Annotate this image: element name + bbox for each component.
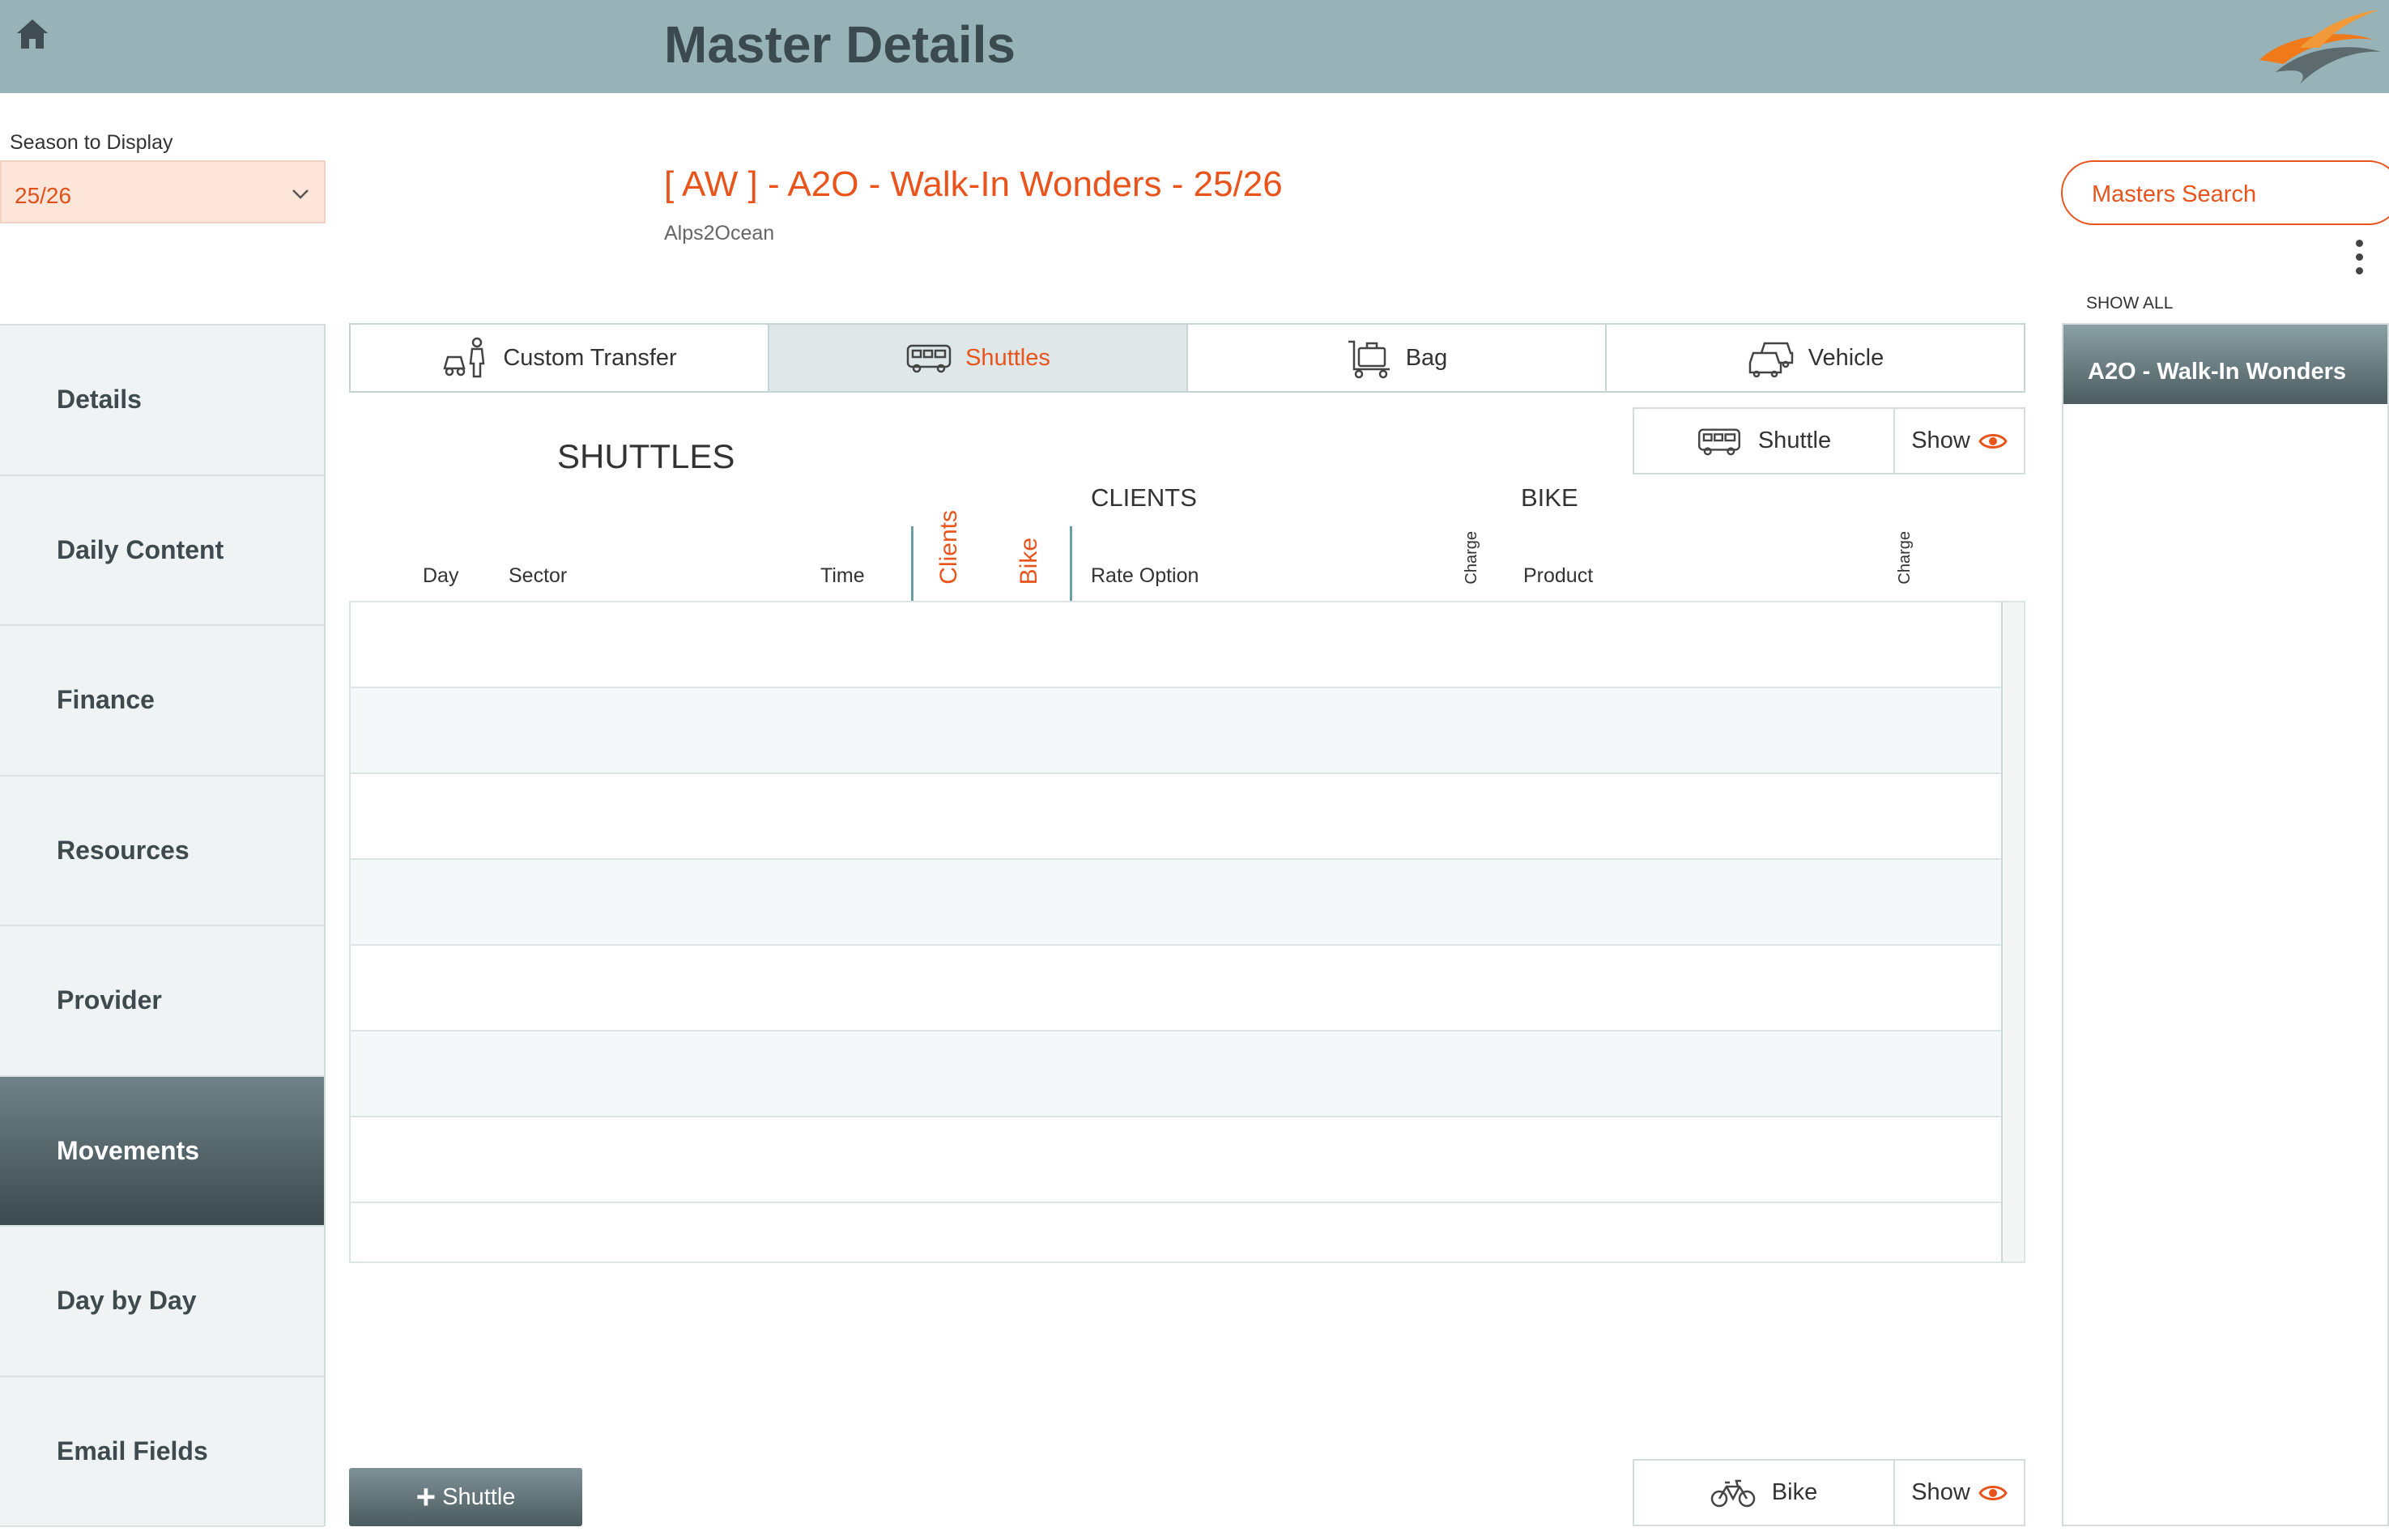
col-charge-clients: Charge: [1463, 531, 1480, 585]
table-row: [351, 688, 2001, 774]
tab-label: Vehicle: [1808, 344, 1884, 371]
bus-icon: [906, 344, 952, 373]
shuttle-filter: Shuttle Show: [1633, 407, 2025, 474]
add-shuttle-label: Shuttle: [442, 1483, 516, 1510]
group-header-bike: BIKE: [1521, 483, 1578, 512]
bicycle-icon: [1710, 1479, 1756, 1507]
eye-icon: [1978, 1485, 2008, 1500]
masters-list: A2O - Walk-In Wonders: [2062, 323, 2389, 1526]
group-header-clients: CLIENTS: [1091, 483, 1197, 512]
tab-custom-transfer[interactable]: Custom Transfer: [351, 325, 769, 391]
table-row: [351, 1032, 2001, 1117]
col-bike: Bike: [1016, 538, 1042, 585]
col-product: Product: [1523, 564, 1594, 587]
sidebar-item-finance[interactable]: Finance: [0, 626, 324, 776]
master-title: [ AW ] - A2O - Walk-In Wonders - 25/26: [664, 164, 1283, 204]
eye-icon: [1978, 433, 2008, 449]
bus-icon: [1697, 428, 1740, 455]
masters-search-button[interactable]: Masters Search: [2061, 160, 2389, 225]
tab-label: Custom Transfer: [503, 344, 677, 371]
season-value: 25/26: [15, 183, 72, 208]
bike-filter: Bike Show: [1633, 1459, 2025, 1526]
shuttle-filter-text: Shuttle: [1757, 428, 1832, 453]
col-time: Time: [820, 564, 865, 587]
show-label: Show: [1911, 1479, 1970, 1505]
more-options-icon[interactable]: [2351, 240, 2367, 279]
add-shuttle-button[interactable]: + Shuttle: [349, 1468, 582, 1526]
column-divider: [1070, 526, 1072, 602]
season-label: Season to Display: [10, 131, 173, 154]
tab-shuttles[interactable]: Shuttles: [769, 325, 1188, 391]
sidebar-item-details[interactable]: Details: [0, 325, 324, 476]
chevron-down-icon: [292, 189, 309, 199]
col-day: Day: [423, 564, 459, 587]
header-bar: Master Details: [0, 0, 2389, 93]
person-car-icon: [443, 337, 485, 378]
tab-label: Shuttles: [965, 344, 1050, 371]
table-row: [351, 774, 2001, 860]
sidebar-item-resources[interactable]: Resources: [0, 776, 324, 926]
col-charge-bike: Charge: [1896, 531, 1914, 585]
tab-vehicle[interactable]: Vehicle: [1607, 325, 2024, 391]
show-all-link[interactable]: SHOW ALL: [2086, 294, 2173, 313]
bike-filter-label[interactable]: Bike: [1634, 1461, 1895, 1525]
season-select[interactable]: 25/26: [0, 160, 326, 223]
sidebar-item-daily-content[interactable]: Daily Content: [0, 475, 324, 626]
movement-tabs: Custom Transfer Shuttles Bag Vehicle: [349, 323, 2025, 393]
sidebar-item-email-fields[interactable]: Email Fields: [0, 1376, 324, 1527]
col-sector: Sector: [509, 564, 568, 587]
tab-label: Bag: [1405, 344, 1448, 371]
luggage-cart-icon: [1348, 340, 1390, 379]
shuttles-table: [349, 601, 2001, 1263]
sidebar-item-movements[interactable]: Movements: [0, 1076, 324, 1227]
shuttle-filter-label[interactable]: Shuttle: [1634, 409, 1895, 473]
table-row: [351, 860, 2001, 946]
sidebar: Details Daily Content Finance Resources …: [0, 324, 326, 1527]
master-subtitle: Alps2Ocean: [664, 222, 775, 245]
sidebar-item-provider[interactable]: Provider: [0, 926, 324, 1077]
col-rate-option: Rate Option: [1091, 564, 1199, 587]
table-row: [351, 946, 2001, 1032]
column-divider: [911, 526, 913, 602]
sidebar-item-day-by-day[interactable]: Day by Day: [0, 1227, 324, 1377]
section-title: SHUTTLES: [557, 437, 735, 475]
page-title: Master Details: [664, 15, 1016, 74]
vehicles-icon: [1748, 342, 1793, 377]
page: Master Details Season to Display 25/26 […: [0, 0, 2389, 1540]
bike-filter-text: Bike: [1771, 1479, 1818, 1505]
masters-list-item[interactable]: A2O - Walk-In Wonders: [2063, 325, 2387, 404]
bike-show-toggle[interactable]: Show: [1895, 1461, 2024, 1525]
tab-bag[interactable]: Bag: [1188, 325, 1607, 391]
plus-icon: +: [415, 1478, 436, 1516]
table-row: [351, 1117, 2001, 1203]
col-clients: Clients: [935, 510, 962, 585]
table-row: [351, 602, 2001, 688]
table-scrollbar[interactable]: [2001, 601, 2025, 1263]
brand-logo: [2251, 3, 2385, 92]
home-icon[interactable]: [15, 16, 55, 55]
shuttle-show-toggle[interactable]: Show: [1895, 409, 2024, 473]
show-label: Show: [1911, 428, 1970, 453]
